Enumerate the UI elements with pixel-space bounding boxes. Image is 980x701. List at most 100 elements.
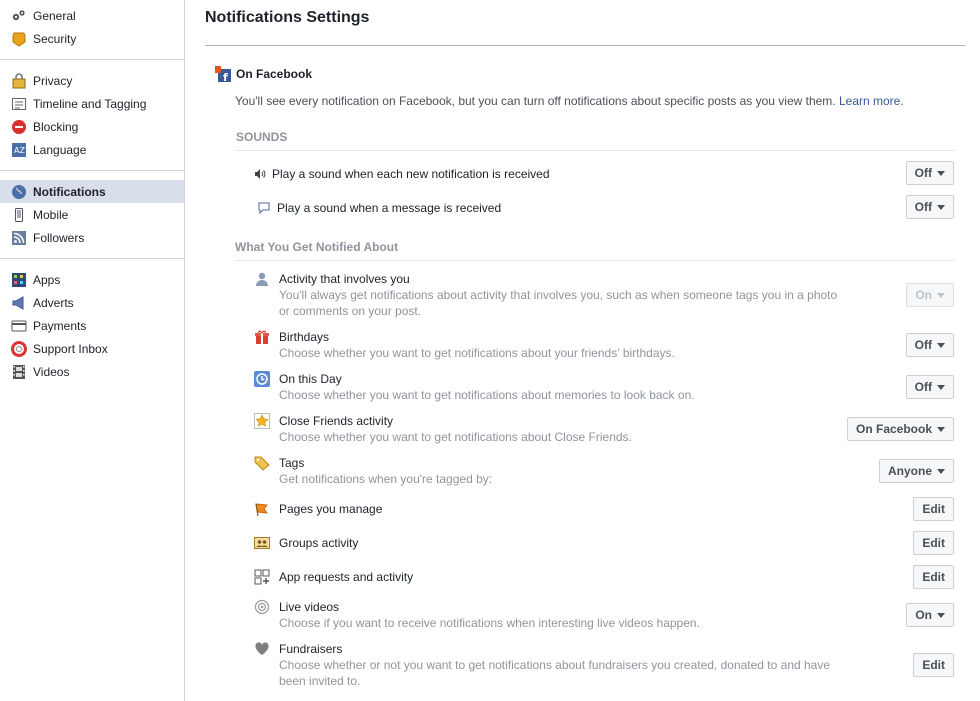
birthdays-dropdown[interactable]: Off — [905, 333, 954, 357]
sidebar-item-label: Language — [33, 142, 87, 157]
sounds-heading: SOUNDS — [236, 130, 288, 144]
sidebar-group-apps: Apps Adverts Payments Support Inbox Vide… — [0, 265, 184, 387]
tags-row: Tags Get notifications when you're tagge… — [253, 454, 955, 487]
sidebar-item-adverts[interactable]: Adverts — [0, 291, 184, 314]
sidebar-item-label: Security — [33, 31, 77, 46]
caret-down-icon — [937, 613, 945, 618]
settings-sidebar: General Security Privacy Timeline and Ta… — [0, 0, 185, 701]
caret-down-icon — [937, 385, 945, 390]
caret-down-icon — [937, 293, 945, 298]
fundraisers-edit-button[interactable]: Edit — [913, 653, 954, 677]
row-description: Choose if you want to receive notificati… — [279, 616, 700, 630]
sidebar-item-language[interactable]: AZ Language — [0, 138, 184, 161]
learn-more-link[interactable]: Learn more. — [839, 94, 904, 108]
row-description: been invited to. — [279, 674, 361, 688]
caret-down-icon — [937, 205, 945, 210]
groups-edit-button[interactable]: Edit — [913, 531, 954, 555]
row-description: You'll always get notifications about ac… — [279, 288, 838, 302]
app-request-icon — [253, 568, 271, 586]
sidebar-item-security[interactable]: Security — [0, 27, 184, 50]
sidebar-divider — [0, 59, 184, 60]
sidebar-item-label: Followers — [33, 230, 85, 245]
notified-heading: What You Get Notified About — [235, 240, 399, 254]
sidebar-item-notifications[interactable]: Notifications — [0, 180, 184, 203]
sidebar-item-label: Mobile — [33, 207, 69, 222]
tags-dropdown[interactable]: Anyone — [878, 459, 954, 483]
svg-text:f: f — [223, 71, 228, 82]
sidebar-item-label: Notifications — [33, 184, 106, 199]
shield-badge-icon — [11, 31, 27, 47]
facebook-notification-icon: f — [215, 66, 231, 82]
notifications-settings-panel: Notifications Settings f On Facebook You… — [205, 0, 965, 701]
button-label: Edit — [922, 502, 945, 516]
block-icon — [11, 119, 27, 135]
dropdown-value: Off — [914, 338, 932, 352]
dropdown-value: On — [915, 288, 932, 302]
caret-down-icon — [937, 469, 945, 474]
intro-text: You'll see every notification on Faceboo… — [235, 94, 836, 108]
title-divider — [205, 45, 965, 46]
sidebar-item-mobile[interactable]: Mobile — [0, 203, 184, 226]
clock-history-icon — [253, 370, 271, 388]
sidebar-item-label: Timeline and Tagging — [33, 96, 147, 111]
sidebar-item-support-inbox[interactable]: Support Inbox — [0, 337, 184, 360]
row-title: Fundraisers — [279, 642, 343, 656]
apps-grid-icon — [11, 272, 27, 288]
row-title: Play a sound when a message is received — [277, 201, 502, 215]
sidebar-item-timeline[interactable]: Timeline and Tagging — [0, 92, 184, 115]
sound-notification-dropdown[interactable]: Off — [905, 161, 954, 185]
phone-icon — [11, 207, 27, 223]
sounds-divider — [235, 150, 955, 151]
star-icon — [253, 412, 271, 430]
group-icon — [253, 534, 271, 552]
sidebar-item-followers[interactable]: Followers — [0, 226, 184, 249]
live-videos-row: Live videos Choose if you want to receiv… — [253, 598, 955, 631]
chat-bubble-icon — [257, 199, 271, 217]
globe-icon — [11, 184, 27, 200]
sidebar-item-payments[interactable]: Payments — [0, 314, 184, 337]
caret-down-icon — [937, 171, 945, 176]
sound-message-dropdown[interactable]: Off — [905, 195, 954, 219]
sidebar-item-blocking[interactable]: Blocking — [0, 115, 184, 138]
close-friends-dropdown[interactable]: On Facebook — [846, 417, 954, 441]
heart-icon — [253, 640, 271, 658]
sidebar-item-label: Privacy — [33, 73, 73, 88]
on-this-day-dropdown[interactable]: Off — [905, 375, 954, 399]
row-description: Get notifications when you're tagged by: — [279, 472, 493, 486]
app-requests-edit-button[interactable]: Edit — [913, 565, 954, 589]
dropdown-value: Off — [914, 166, 932, 180]
sidebar-item-privacy[interactable]: Privacy — [0, 69, 184, 92]
row-title: Play a sound when each new notification … — [272, 167, 550, 181]
credit-card-icon — [11, 318, 27, 334]
activity-dropdown: On — [906, 283, 954, 307]
activity-row: Activity that involves you You'll always… — [253, 270, 955, 319]
on-facebook-heading: f On Facebook — [215, 66, 312, 82]
dropdown-value: On Facebook — [855, 422, 932, 436]
sound-notification-row: Play a sound when each new notification … — [253, 165, 955, 183]
row-title: Activity that involves you — [279, 272, 410, 286]
row-title: App requests and activity — [279, 570, 414, 584]
tag-icon — [253, 454, 271, 472]
sound-message-row: Play a sound when a message is received — [257, 199, 955, 217]
film-icon — [11, 364, 27, 380]
on-this-day-row: On this Day Choose whether you want to g… — [253, 370, 955, 403]
dropdown-value: Off — [914, 380, 932, 394]
sidebar-group-account: General Security — [0, 0, 184, 54]
pages-edit-button[interactable]: Edit — [913, 497, 954, 521]
sidebar-item-apps[interactable]: Apps — [0, 268, 184, 291]
dropdown-value: Off — [914, 200, 932, 214]
row-description: Choose whether you want to get notificat… — [279, 346, 675, 360]
row-title: Pages you manage — [279, 502, 383, 516]
sidebar-item-label: Payments — [33, 318, 87, 333]
live-videos-dropdown[interactable]: On — [906, 603, 954, 627]
button-label: Edit — [922, 570, 945, 584]
sidebar-item-videos[interactable]: Videos — [0, 360, 184, 383]
flag-icon — [253, 500, 271, 518]
page-title: Notifications Settings — [205, 9, 370, 26]
language-icon: AZ — [11, 142, 27, 158]
dropdown-value: Anyone — [887, 464, 932, 478]
fundraisers-row: Fundraisers Choose whether or not you wa… — [253, 640, 955, 689]
sidebar-group-privacy: Privacy Timeline and Tagging Blocking AZ… — [0, 66, 184, 165]
sidebar-item-general[interactable]: General — [0, 4, 184, 27]
person-icon — [253, 270, 271, 288]
